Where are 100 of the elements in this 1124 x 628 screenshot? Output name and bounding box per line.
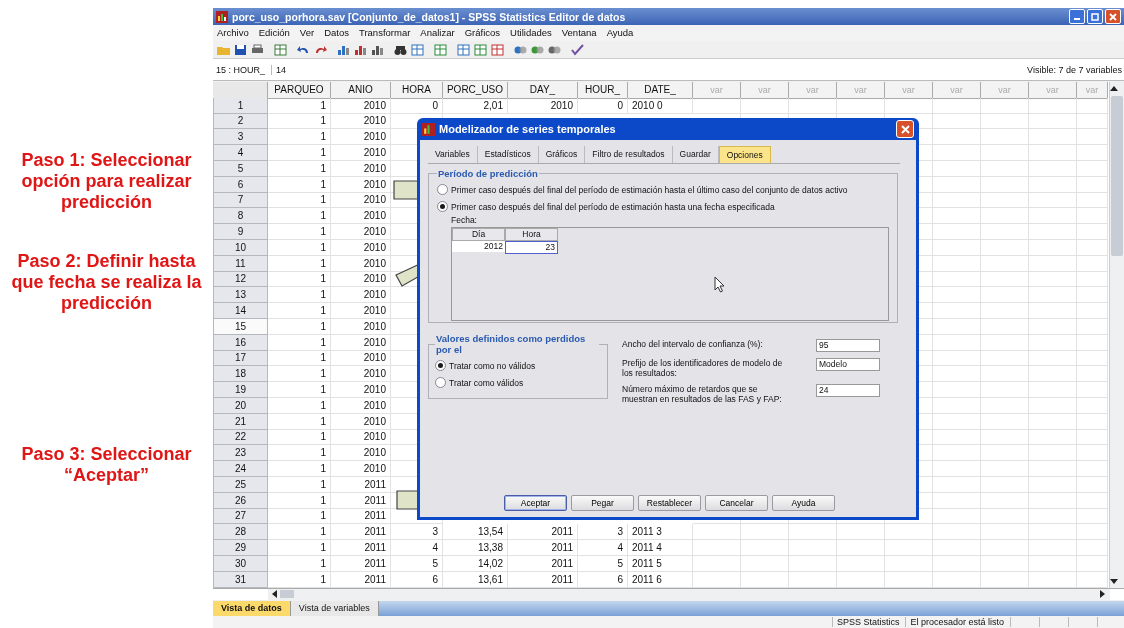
table-cell: 2011: [331, 540, 391, 556]
table-cell: 2011: [331, 524, 391, 541]
menu-item[interactable]: Edición: [258, 27, 290, 41]
table-cell: 1: [268, 208, 331, 225]
table-cell: 4: [578, 540, 628, 556]
table-cell: 2010: [331, 429, 391, 446]
row-number[interactable]: 13: [213, 287, 268, 304]
table-cell: 2010: [331, 366, 391, 383]
row-number[interactable]: 4: [213, 145, 268, 161]
table-cell: 2010: [331, 271, 391, 288]
table-cell: 2011: [331, 571, 391, 588]
table-cell: 2010: [331, 318, 391, 335]
group-title: Período de predicción: [437, 168, 539, 179]
column-header[interactable]: PARQUEO: [268, 82, 331, 99]
menu-item[interactable]: Datos: [324, 27, 349, 41]
row-number[interactable]: 19: [213, 382, 268, 398]
table-cell: 2011 4: [628, 540, 693, 556]
radio-label[interactable]: Primer caso después del final del período de estimación hasta el último caso del conjunto de datos activo: [451, 184, 848, 195]
table-cell: 1: [268, 524, 331, 541]
table-cell: 1: [268, 161, 331, 177]
date-label: Fecha:: [451, 215, 478, 225]
table-cell: 2010: [331, 397, 391, 414]
dialog-tab[interactable]: Gráficos: [538, 146, 586, 163]
table-cell: 2011 3: [628, 524, 693, 541]
dialog-tab[interactable]: Estadísticos: [477, 146, 539, 163]
dialog-tab[interactable]: Guardar: [672, 146, 719, 163]
column-header[interactable]: PORC_USO: [443, 82, 508, 99]
menu-item[interactable]: Ventana: [561, 27, 597, 41]
table-cell: 2011: [331, 508, 391, 525]
table-cell: 2010: [331, 445, 391, 462]
table-cell: 1: [268, 571, 331, 588]
table-cell: 2010: [331, 208, 391, 225]
table-cell: 1: [268, 555, 331, 572]
table-cell: 2010: [331, 287, 391, 304]
menu-item[interactable]: Archivo: [217, 27, 249, 41]
table-cell: 2010: [331, 113, 391, 130]
table-cell: 2011 6: [628, 571, 693, 588]
radio-label[interactable]: Primer caso después del final del período de estimación hasta una fecha especificada: [451, 201, 775, 212]
table-cell: 1: [268, 350, 331, 367]
table-cell: 2010: [331, 461, 391, 477]
menu-item[interactable]: Ver: [299, 27, 315, 41]
input-field[interactable]: 95: [816, 339, 880, 352]
view-tab[interactable]: Vista de datos: [213, 600, 291, 616]
input-field[interactable]: 24: [816, 384, 880, 397]
table-cell: 1: [268, 508, 331, 525]
input-field[interactable]: Modelo: [816, 358, 880, 371]
table-cell: 2011: [508, 540, 578, 556]
table-cell: 1: [268, 97, 331, 114]
row-number[interactable]: 8: [213, 208, 268, 225]
column-header: Hora: [505, 228, 558, 241]
status-text: SPSS Statistics: [831, 616, 900, 627]
input-field[interactable]: 23: [505, 241, 558, 254]
row-number[interactable]: 24: [213, 461, 268, 477]
column-header[interactable]: HORA: [391, 82, 443, 99]
table-cell: 6: [578, 571, 628, 588]
table-cell: 2010: [331, 176, 391, 193]
row-number[interactable]: 18: [213, 366, 268, 383]
table-cell: 2,01: [443, 97, 508, 114]
menu-item[interactable]: Utilidades: [510, 27, 552, 41]
table-cell: 1: [268, 397, 331, 414]
setting-label: Número máximo de retardos que se muestran en resultados de las FAS y FAP:: [622, 384, 783, 404]
row-number[interactable]: 9: [213, 224, 268, 240]
dialog-tab[interactable]: Variables: [428, 146, 478, 163]
dialog-button[interactable]: Ayuda: [772, 495, 835, 511]
menu-item[interactable]: Gráficos: [464, 27, 501, 41]
row-number[interactable]: 3: [213, 129, 268, 146]
step-annotation: Paso 1: Seleccionar opción para realizar predicción: [20, 150, 193, 213]
radio-label[interactable]: Tratar como válidos: [449, 377, 524, 388]
table-cell: 2010: [331, 224, 391, 240]
row-number[interactable]: 14: [213, 303, 268, 319]
dialog-button[interactable]: Restablecer: [638, 495, 701, 511]
cell-value-field[interactable]: 14: [272, 64, 1028, 75]
table-cell[interactable]: 2012: [452, 241, 505, 252]
dialog-tab[interactable]: Filtro de resultados: [585, 146, 673, 163]
column-header[interactable]: DAY_: [508, 82, 578, 99]
dialog-button[interactable]: Pegar: [571, 495, 634, 511]
column-header[interactable]: HOUR_: [578, 82, 628, 99]
table-cell: 1: [268, 461, 331, 477]
group-title: Valores definidos como perdidos por el: [435, 333, 587, 355]
dialog-tab[interactable]: Opciones: [718, 146, 771, 163]
dialog-button[interactable]: Cancelar: [705, 495, 768, 511]
table-cell: 2010 0: [628, 97, 693, 114]
row-number[interactable]: 29: [213, 540, 268, 556]
table-cell: 1: [268, 271, 331, 288]
table-cell: 2010: [331, 334, 391, 351]
table-cell: 2010: [331, 97, 391, 114]
table-cell: 0: [391, 97, 443, 114]
menu-item[interactable]: Ayuda: [606, 27, 634, 41]
dialog-button[interactable]: Aceptar: [504, 495, 567, 511]
view-tab[interactable]: Vista de variables: [290, 600, 379, 616]
radio-label[interactable]: Tratar como no válidos: [449, 360, 536, 371]
table-cell: 5: [391, 555, 443, 572]
table-cell: 4: [391, 540, 443, 556]
menu-item[interactable]: Transformar: [358, 27, 411, 41]
row-number[interactable]: 23: [213, 445, 268, 462]
column-header[interactable]: DATE_: [628, 82, 693, 99]
column-header[interactable]: ANIO: [331, 82, 391, 99]
table-cell: 2011: [508, 555, 578, 572]
row-number[interactable]: 28: [213, 524, 268, 541]
menu-item[interactable]: Analizar: [420, 27, 455, 41]
